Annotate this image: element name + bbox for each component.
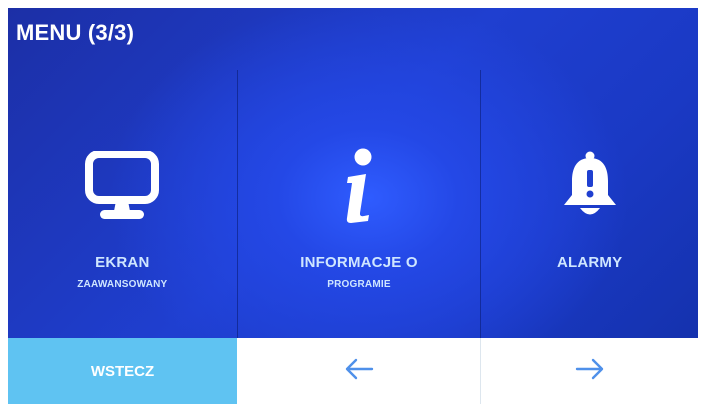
tile-label: INFORMACJE O: [300, 254, 418, 271]
tile-sublabel: PROGRAMIE: [327, 279, 391, 290]
tile-alarmy[interactable]: ALARMY: [480, 70, 698, 338]
info-icon: [339, 148, 379, 226]
tile-label: EKRAN: [95, 254, 150, 271]
arrow-right-icon: [575, 358, 605, 385]
next-page-button[interactable]: [481, 338, 698, 404]
bottom-bar: WSTECZ: [8, 338, 698, 404]
monitor-icon: [82, 148, 162, 226]
arrow-left-icon: [344, 358, 374, 385]
device-screen: MENU (3/3) EKRAN ZAAWANSOWANY INFORMACJE…: [8, 8, 698, 404]
back-button[interactable]: WSTECZ: [8, 338, 237, 404]
tile-ekran-zaawansowany[interactable]: EKRAN ZAAWANSOWANY: [8, 70, 237, 338]
tile-sublabel: ZAAWANSOWANY: [77, 279, 168, 290]
previous-page-button[interactable]: [237, 338, 481, 404]
bell-alarm-icon: [560, 148, 620, 226]
menu-tiles: EKRAN ZAAWANSOWANY INFORMACJE O PROGRAMI…: [8, 70, 698, 338]
tile-informacje-o-programie[interactable]: INFORMACJE O PROGRAMIE: [236, 70, 481, 338]
page-title: MENU (3/3): [16, 20, 135, 45]
tile-label: ALARMY: [556, 254, 623, 271]
